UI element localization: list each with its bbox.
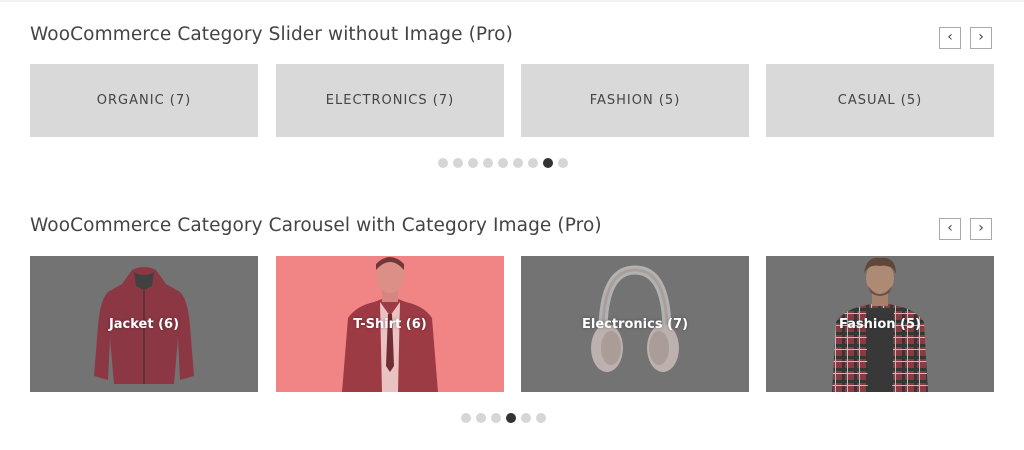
category-tile-label: CASUAL (5) xyxy=(837,93,923,108)
pagination-dot[interactable] xyxy=(498,158,508,168)
chevron-right-icon: › xyxy=(978,220,984,236)
top-divider xyxy=(0,0,1024,2)
category-card-label: T-Shirt (6) xyxy=(353,316,427,332)
pagination-dot[interactable] xyxy=(461,413,471,423)
category-tile-label: FASHION (5) xyxy=(589,93,681,108)
carousel-next-button[interactable]: › xyxy=(970,218,992,240)
category-card-label: Fashion (5) xyxy=(839,316,921,332)
chevron-left-icon: ‹ xyxy=(947,220,953,236)
chevron-left-icon: ‹ xyxy=(947,29,953,45)
pagination-dot[interactable] xyxy=(468,158,478,168)
category-card-jacket[interactable]: Jacket (6) xyxy=(30,256,258,392)
pagination-dot[interactable] xyxy=(558,158,568,168)
pagination-dot[interactable] xyxy=(453,158,463,168)
pagination-dot[interactable] xyxy=(521,413,531,423)
slider-pagination-dots xyxy=(438,158,568,168)
carousel-pagination-dots xyxy=(461,413,546,423)
pagination-dot[interactable] xyxy=(513,158,523,168)
chevron-right-icon: › xyxy=(978,29,984,45)
slider-next-button[interactable]: › xyxy=(970,27,992,49)
carousel-prev-button[interactable]: ‹ xyxy=(939,218,961,240)
pagination-dot-active[interactable] xyxy=(543,158,553,168)
pagination-dot[interactable] xyxy=(536,413,546,423)
category-card-label: Electronics (7) xyxy=(581,316,689,332)
category-card-fashion[interactable]: Fashion (5) xyxy=(766,256,994,392)
pagination-dot[interactable] xyxy=(483,158,493,168)
category-card-electronics[interactable]: Electronics (7) xyxy=(521,256,749,392)
category-tile-fashion[interactable]: FASHION (5) xyxy=(521,64,749,137)
pagination-dot[interactable] xyxy=(476,413,486,423)
category-tile-electronics[interactable]: ELECTRONICS (7) xyxy=(276,64,504,137)
pagination-dot[interactable] xyxy=(438,158,448,168)
category-tile-organic[interactable]: ORGANIC (7) xyxy=(30,64,258,137)
pagination-dot-active[interactable] xyxy=(506,413,516,423)
slider-prev-button[interactable]: ‹ xyxy=(939,27,961,49)
carousel-section-title: WooCommerce Category Carousel with Categ… xyxy=(30,215,602,236)
category-tile-label: ORGANIC (7) xyxy=(96,93,192,108)
pagination-dot[interactable] xyxy=(491,413,501,423)
category-tile-casual[interactable]: CASUAL (5) xyxy=(766,64,994,137)
slider-section-title: WooCommerce Category Slider without Imag… xyxy=(30,24,513,45)
category-card-tshirt[interactable]: T-Shirt (6) xyxy=(276,256,504,392)
category-card-label: Jacket (6) xyxy=(108,316,180,332)
pagination-dot[interactable] xyxy=(528,158,538,168)
category-tile-label: ELECTRONICS (7) xyxy=(325,93,455,108)
